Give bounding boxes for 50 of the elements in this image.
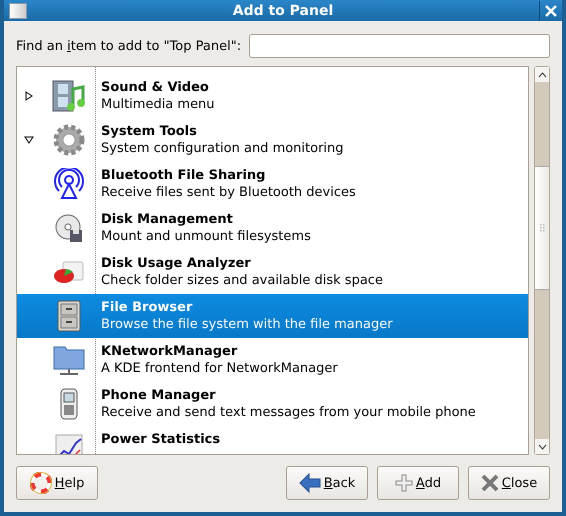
item-description: Browse the file system with the file manager [101, 316, 393, 333]
item-name: Disk Management [101, 211, 234, 228]
mobile-phone-icon [58, 387, 78, 421]
expanded-triangle-icon[interactable] [24, 136, 34, 144]
antenna-icon [54, 168, 84, 200]
item-row[interactable]: Disk Usage Analyzer Check folder sizes and available disk space [17, 250, 528, 294]
disc-icon [54, 212, 84, 244]
item-description: Receive files sent by Bluetooth devices [101, 184, 356, 201]
item-name: System Tools [101, 123, 198, 140]
category-row[interactable]: System Tools System configuration and monitoring [17, 118, 528, 162]
lifebuoy-icon [30, 472, 52, 494]
item-row[interactable]: Power Statistics [17, 426, 528, 454]
window-title: Add to Panel [232, 2, 334, 18]
grip-icon [540, 224, 544, 232]
close-icon [545, 4, 557, 16]
help-button[interactable]: Help [16, 466, 98, 500]
item-name: File Browser [101, 299, 194, 316]
search-label: Find an item to add to "Top Panel": [16, 38, 242, 54]
line-chart-icon [54, 433, 84, 454]
item-description: Multimedia menu [101, 96, 215, 113]
item-description: Receive and send text messages from your mobile phone [101, 404, 476, 421]
close-icon [480, 474, 499, 492]
left-arrow-icon [298, 473, 321, 493]
item-description: A KDE frontend for NetworkManager [101, 360, 338, 377]
item-name: Phone Manager [101, 387, 217, 404]
scrollbar[interactable] [534, 66, 550, 455]
plus-icon [394, 474, 413, 492]
file-cabinet-icon [56, 300, 82, 332]
search-field[interactable] [249, 34, 550, 58]
item-name: Disk Usage Analyzer [101, 255, 252, 272]
item-row[interactable]: Disk Management Mount and unmount filesystems [17, 206, 528, 250]
item-description: Check folder sizes and available disk space [101, 272, 383, 289]
item-row[interactable]: Phone Manager Receive and send text messages from your mobile phone [17, 382, 528, 426]
item-row[interactable]: File Browser Browse the file system with the file manager [17, 294, 528, 338]
back-button[interactable]: Back [286, 466, 368, 500]
close-dialog-button[interactable]: Close [468, 466, 550, 500]
gear-icon [52, 124, 84, 156]
item-name: Power Statistics [101, 431, 220, 448]
item-description: Mount and unmount filesystems [101, 228, 311, 245]
item-row[interactable]: Bluetooth File Sharing Receive files sent by Bluetooth devices [17, 162, 528, 206]
item-name: Bluetooth File Sharing [101, 167, 266, 184]
collapsed-triangle-icon[interactable] [25, 91, 33, 101]
item-row[interactable]: KNetworkManager A KDE frontend for NetworkManager [17, 338, 528, 382]
film-music-icon [50, 79, 86, 113]
add-button[interactable]: Add [377, 466, 459, 500]
item-name: KNetworkManager [101, 343, 238, 360]
category-row[interactable]: Sound & Video Multimedia menu [17, 74, 528, 118]
window-menu-button[interactable] [9, 2, 27, 18]
item-name: Sound & Video [101, 79, 210, 96]
item-description: System configuration and monitoring [101, 140, 344, 157]
